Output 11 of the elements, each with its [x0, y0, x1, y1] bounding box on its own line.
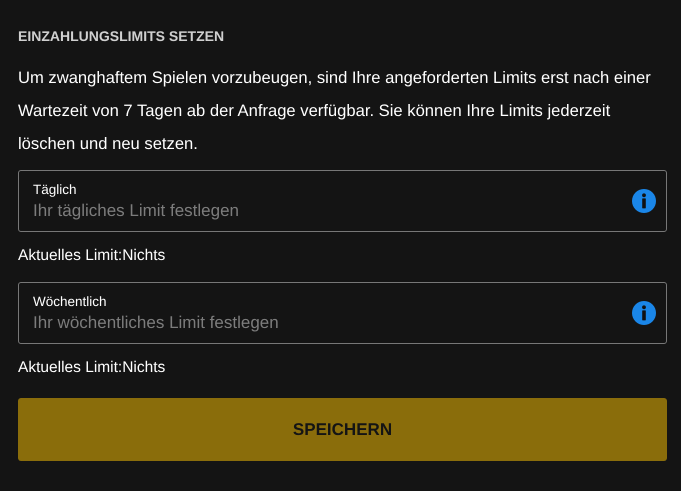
text-input[interactable]: Ihr tägliches Limit festlegen	[33, 200, 632, 220]
section-heading: EINZAHLUNGSLIMITS SETZEN	[18, 27, 226, 45]
current-limit-text: Aktuelles Limit:Nichts	[18, 358, 166, 378]
text-input[interactable]: Ihr wöchentliches Limit festlegen	[33, 312, 632, 332]
intro-paragraph: Um zwanghaftem Spielen vorzubeugen, sind Ihre angeforderten Limits erst nach einer Wartezeit von 7 Tagen ab der Anfrage verfügbar. Sie können Ihre Limits jederzeit löschen und neu setzen.	[18, 67, 652, 155]
input-field[interactable]: Täglich Ihr tägliches Limit festlegen	[18, 170, 667, 232]
info-icon[interactable]	[632, 301, 656, 325]
input-field[interactable]: Wöchentlich Ihr wöchentliches Limit festlegen	[18, 282, 667, 344]
save-button[interactable]: SPEICHERN	[18, 398, 667, 461]
info-icon[interactable]	[632, 189, 656, 213]
current-limit-text: Aktuelles Limit:Nichts	[18, 246, 166, 266]
